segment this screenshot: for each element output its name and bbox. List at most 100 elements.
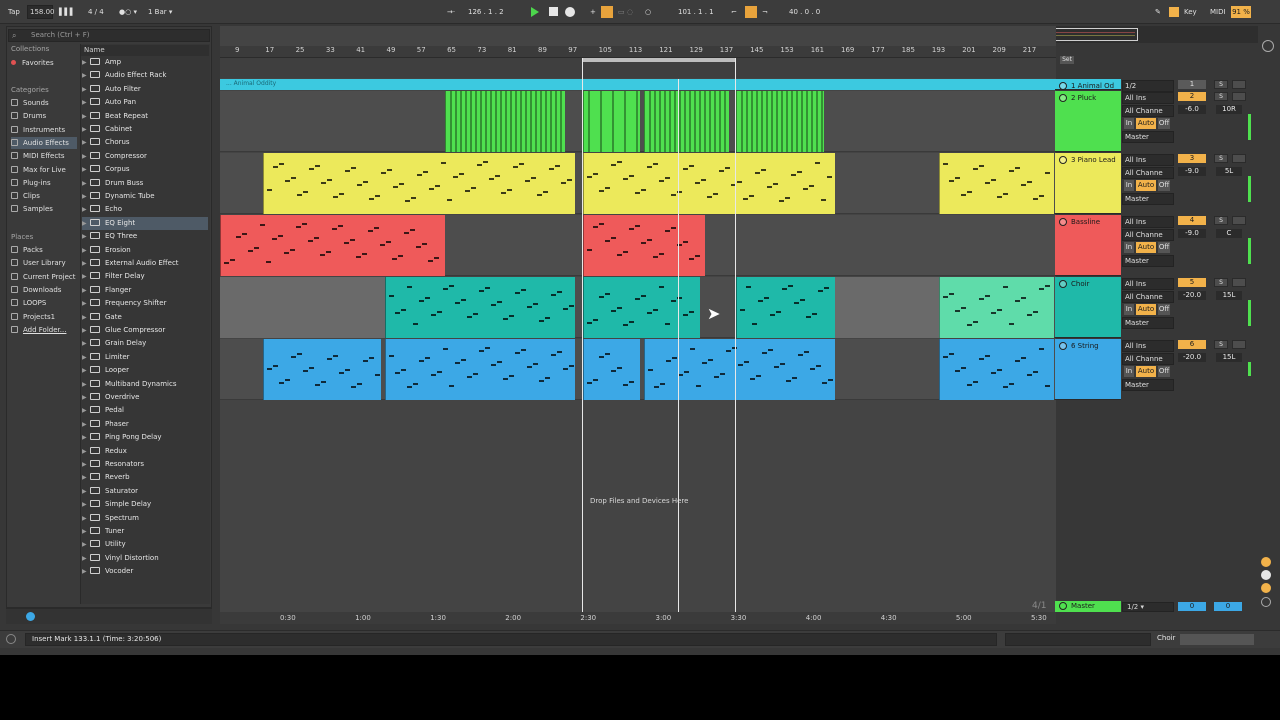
monitor-in-button[interactable]: In [1124, 118, 1134, 129]
expand-arrow-icon[interactable]: ▶ [82, 203, 90, 216]
automation-arm-button[interactable] [601, 6, 613, 18]
track-clip[interactable] [445, 91, 565, 152]
quantize-select[interactable]: 1 Bar ▾ [148, 5, 172, 19]
track-clip[interactable] [385, 339, 575, 400]
track-activator-icon[interactable] [1059, 280, 1067, 288]
master-volume[interactable]: 0 [1214, 602, 1242, 611]
monitor-off-button[interactable]: Off [1158, 242, 1170, 253]
browser-item[interactable]: ▶ Echo [82, 203, 208, 216]
capture-icon[interactable]: ○ [645, 5, 651, 19]
browser-item[interactable]: ▶ Multiband Dynamics [82, 378, 208, 391]
browser-item[interactable]: ▶ Saturator [82, 485, 208, 498]
sidebar-item-category[interactable]: Drums [11, 110, 46, 122]
sidebar-item-category[interactable]: MIDI Effects [11, 150, 65, 162]
monitor-in-button[interactable]: In [1124, 180, 1134, 191]
expand-arrow-icon[interactable]: ▶ [82, 123, 90, 136]
sidebar-item-category[interactable]: Samples [11, 203, 53, 215]
arm-button[interactable] [1232, 340, 1246, 349]
solo-button[interactable]: S [1214, 278, 1228, 287]
sidebar-item-category[interactable]: Plug-ins [11, 177, 51, 189]
monitor-auto-button[interactable]: Auto [1136, 242, 1156, 253]
expand-arrow-icon[interactable]: ▶ [82, 525, 90, 538]
expand-arrow-icon[interactable]: ▶ [82, 257, 90, 270]
solo-button[interactable]: S [1214, 80, 1228, 89]
master-num[interactable]: 0 [1178, 602, 1206, 611]
browser-item[interactable]: ▶ Grain Delay [82, 337, 208, 350]
pan-field[interactable]: 15L [1216, 353, 1242, 362]
browser-item[interactable]: ▶ Redux [82, 445, 208, 458]
input-type-select[interactable]: All Ins [1122, 92, 1174, 104]
track-activator-button[interactable]: 1 [1178, 80, 1206, 89]
sidebar-item-place[interactable]: Packs [11, 244, 43, 256]
track-header[interactable]: 2 Pluck [1055, 91, 1121, 152]
sidebar-item-category[interactable]: Sounds [11, 97, 49, 109]
browser-item[interactable]: ▶ Frequency Shifter [82, 297, 208, 310]
volume-field[interactable]: -20.0 [1178, 353, 1206, 362]
master-fold-icon[interactable] [1059, 602, 1067, 610]
loop-length-field[interactable]: 40 . 0 . 0 [789, 5, 820, 19]
solo-button[interactable]: S [1214, 340, 1228, 349]
input-channel-select[interactable]: All Channe [1122, 105, 1174, 117]
volume-field[interactable]: -9.0 [1178, 167, 1206, 176]
pan-field[interactable]: 5L [1216, 167, 1242, 176]
monitor-off-button[interactable]: Off [1158, 118, 1170, 129]
expand-arrow-icon[interactable]: ▶ [82, 538, 90, 551]
track-clip[interactable] [939, 153, 1054, 214]
input-type-select[interactable]: All Ins [1122, 278, 1174, 290]
loop-brace-area[interactable] [220, 58, 1056, 78]
expand-arrow-icon[interactable]: ▶ [82, 431, 90, 444]
browser-item[interactable]: ▶ Simple Delay [82, 498, 208, 511]
browser-item[interactable]: ▶ Vocoder [82, 565, 208, 578]
pan-field[interactable]: 10R [1216, 105, 1242, 114]
browser-item[interactable]: ▶ Beat Repeat [82, 110, 208, 123]
track-header[interactable]: 3 Piano Lead [1055, 153, 1121, 214]
expand-arrow-icon[interactable]: ▶ [82, 458, 90, 471]
expand-arrow-icon[interactable]: ▶ [82, 244, 90, 257]
browser-item[interactable]: ▶ Auto Pan [82, 96, 208, 109]
metronome-bars-icon[interactable]: ▌▌▌ [59, 5, 75, 19]
expand-arrow-icon[interactable]: ▶ [82, 230, 90, 243]
input-channel-select[interactable]: All Channe [1122, 291, 1174, 303]
sidebar-item-place[interactable]: Add Folder... [11, 324, 66, 336]
tap-button[interactable]: Tap [8, 5, 20, 19]
volume-field[interactable]: -9.0 [1178, 229, 1206, 238]
browser-item[interactable]: ▶ Flanger [82, 284, 208, 297]
expand-arrow-icon[interactable]: ▶ [82, 96, 90, 109]
track-clip[interactable] [939, 339, 1054, 400]
browser-item[interactable]: ▶ Audio Effect Rack [82, 69, 208, 82]
arm-button[interactable] [1232, 216, 1246, 225]
expand-arrow-icon[interactable]: ▶ [82, 324, 90, 337]
expand-arrow-icon[interactable]: ▶ [82, 512, 90, 525]
expand-arrow-icon[interactable]: ▶ [82, 351, 90, 364]
loop-switch-button[interactable] [745, 6, 757, 18]
arrangement-position[interactable]: 126 . 1 . 2 [468, 5, 504, 19]
meter-field[interactable]: 4 / 4 [88, 5, 104, 19]
track-clip[interactable] [583, 91, 640, 152]
track-activator-button[interactable]: 4 [1178, 216, 1206, 225]
expand-arrow-icon[interactable]: ▶ [82, 311, 90, 324]
sidebar-item-place[interactable]: User Library [11, 257, 66, 269]
input-type-select[interactable]: All Ins [1122, 154, 1174, 166]
sidebar-item-place[interactable]: Downloads [11, 284, 61, 296]
arm-button[interactable] [1232, 80, 1246, 89]
tempo-field[interactable]: 158.00 [27, 5, 55, 19]
browser-item[interactable]: ▶ Looper [82, 364, 208, 377]
browser-item[interactable]: ▶ Auto Filter [82, 83, 208, 96]
expand-arrow-icon[interactable]: ▶ [82, 136, 90, 149]
expand-arrow-icon[interactable]: ▶ [82, 552, 90, 565]
expand-arrow-icon[interactable]: ▶ [82, 217, 90, 230]
punch-in-icon[interactable]: ⌐ [731, 5, 737, 19]
solo-button[interactable]: S [1214, 154, 1228, 163]
monitor-off-button[interactable]: Off [1158, 304, 1170, 315]
browser-item[interactable]: ▶ Gate [82, 311, 208, 324]
browser-item[interactable]: ▶ Drum Buss [82, 177, 208, 190]
metronome-icon[interactable]: ●○ ▾ [119, 5, 137, 19]
info-icon[interactable] [1262, 40, 1274, 52]
punch-out-icon[interactable]: ¬ [762, 5, 768, 19]
browser-item[interactable]: ▶ External Audio Effect [82, 257, 208, 270]
browser-item[interactable]: ▶ Erosion [82, 244, 208, 257]
track-activator-button[interactable]: 5 [1178, 278, 1206, 287]
browser-item[interactable]: ▶ Vinyl Distortion [82, 552, 208, 565]
master-track-header[interactable]: Master [1055, 601, 1121, 612]
track-clip[interactable] [583, 277, 700, 338]
